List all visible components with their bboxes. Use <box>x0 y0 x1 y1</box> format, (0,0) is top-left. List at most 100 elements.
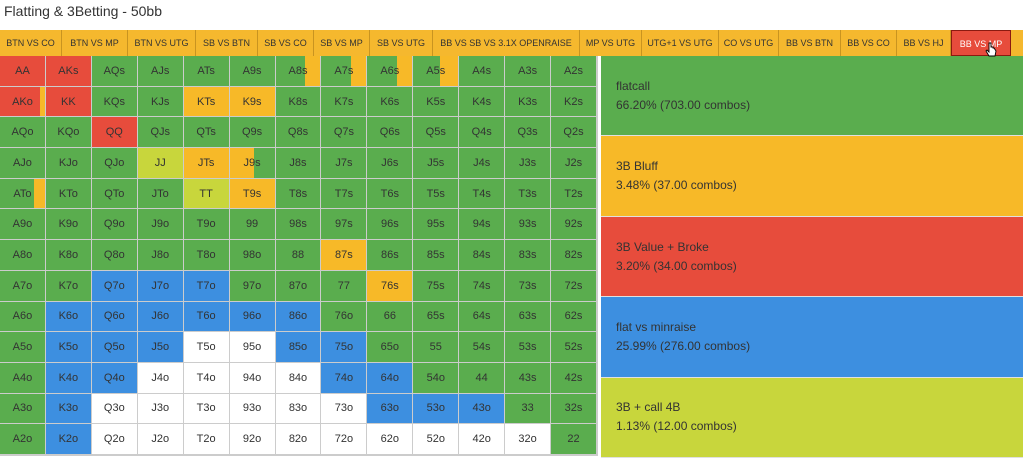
hand-cell[interactable]: AQo <box>0 117 46 149</box>
hand-cell[interactable]: Q9o <box>91 209 138 241</box>
hand-cell[interactable]: 85o <box>275 332 322 363</box>
hand-cell[interactable]: 84o <box>275 362 322 394</box>
hand-cell[interactable]: A5o <box>0 332 46 363</box>
hand-cell[interactable]: QTo <box>91 178 138 210</box>
hand-cell[interactable]: ATo <box>0 178 46 210</box>
hand-cell[interactable]: 97s <box>321 209 368 241</box>
hand-cell[interactable]: KQo <box>45 117 92 149</box>
hand-cell[interactable]: K2s <box>551 86 597 118</box>
hand-cell[interactable]: T8o <box>183 240 230 271</box>
hand-cell[interactable]: Q6o <box>91 301 138 333</box>
hand-cell[interactable]: A8s <box>275 56 322 87</box>
hand-cell[interactable]: Q4s <box>459 117 506 149</box>
hand-cell[interactable]: Q4o <box>91 362 138 394</box>
hand-cell[interactable]: 65o <box>367 332 414 363</box>
hand-cell[interactable]: JTo <box>137 178 184 210</box>
hand-cell[interactable]: T6s <box>367 178 414 210</box>
hand-cell[interactable]: Q9s <box>229 117 276 149</box>
hand-cell[interactable]: Q8s <box>275 117 322 149</box>
hand-cell[interactable]: 82o <box>275 424 322 455</box>
hand-cell[interactable]: 86s <box>367 240 414 271</box>
hand-cell[interactable]: A4o <box>0 362 46 394</box>
hand-cell[interactable]: 63o <box>367 393 414 425</box>
hand-cell[interactable]: 33 <box>505 393 552 425</box>
hand-cell[interactable]: 62o <box>367 424 414 455</box>
hand-cell[interactable]: A6o <box>0 301 46 333</box>
hand-cell[interactable]: KTs <box>183 86 230 118</box>
hand-cell[interactable]: QJo <box>91 148 138 179</box>
tab-btn-vs-utg[interactable]: BTN VS UTG <box>128 30 196 56</box>
hand-cell[interactable]: K5s <box>413 86 460 118</box>
hand-cell[interactable]: KJs <box>137 86 184 118</box>
hand-cell[interactable]: J4s <box>459 148 506 179</box>
hand-cell[interactable]: K7s <box>321 86 368 118</box>
hand-cell[interactable]: 85s <box>413 240 460 271</box>
hand-cell[interactable]: 54o <box>413 362 460 394</box>
hand-cell[interactable]: 55 <box>413 332 460 363</box>
tab-bb-vs-sb-vs-3-1x-openraise[interactable]: BB VS SB VS 3.1X OPENRAISE <box>433 30 580 56</box>
hand-cell[interactable]: K9s <box>229 86 276 118</box>
hand-cell[interactable]: T4s <box>459 178 506 210</box>
hand-cell[interactable]: J7o <box>137 270 184 302</box>
tab-sb-vs-co[interactable]: SB VS CO <box>258 30 314 56</box>
hand-cell[interactable]: 86o <box>275 301 322 333</box>
hand-cell[interactable]: Q7o <box>91 270 138 302</box>
hand-cell[interactable]: 73o <box>321 393 368 425</box>
hand-cell[interactable]: T5o <box>183 332 230 363</box>
hand-cell[interactable]: AKo <box>0 86 46 118</box>
hand-cell[interactable]: K6s <box>367 86 414 118</box>
hand-cell[interactable]: J8s <box>275 148 322 179</box>
hand-cell[interactable]: T9s <box>229 178 276 210</box>
hand-cell[interactable]: JJ <box>137 148 184 179</box>
hand-cell[interactable]: 99 <box>229 209 276 241</box>
hand-cell[interactable]: AQs <box>91 56 138 87</box>
hand-cell[interactable]: J9o <box>137 209 184 241</box>
hand-cell[interactable]: A6s <box>367 56 414 87</box>
hand-cell[interactable]: 75o <box>321 332 368 363</box>
hand-cell[interactable]: 92s <box>551 209 597 241</box>
hand-cell[interactable]: J6o <box>137 301 184 333</box>
hand-cell[interactable]: 87o <box>275 270 322 302</box>
hand-cell[interactable]: 76s <box>367 270 414 302</box>
tab-btn-vs-co[interactable]: BTN VS CO <box>0 30 62 56</box>
hand-cell[interactable]: T2o <box>183 424 230 455</box>
hand-cell[interactable]: J2o <box>137 424 184 455</box>
hand-cell[interactable]: J8o <box>137 240 184 271</box>
hand-cell[interactable]: 72s <box>551 270 597 302</box>
hand-cell[interactable]: JTs <box>183 148 230 179</box>
hand-cell[interactable]: 83s <box>505 240 552 271</box>
hand-cell[interactable]: J9s <box>229 148 276 179</box>
hand-cell[interactable]: 76o <box>321 301 368 333</box>
hand-cell[interactable]: T7s <box>321 178 368 210</box>
tab-btn-vs-mp[interactable]: BTN VS MP <box>62 30 128 56</box>
hand-cell[interactable]: T5s <box>413 178 460 210</box>
hand-cell[interactable]: A9s <box>229 56 276 87</box>
hand-cell[interactable]: Q5o <box>91 332 138 363</box>
hand-cell[interactable]: 65s <box>413 301 460 333</box>
hand-cell[interactable]: 95s <box>413 209 460 241</box>
hand-cell[interactable]: T2s <box>551 178 597 210</box>
hand-cell[interactable]: A4s <box>459 56 506 87</box>
hand-cell[interactable]: Q7s <box>321 117 368 149</box>
hand-cell[interactable]: A2o <box>0 424 46 455</box>
hand-cell[interactable]: J5o <box>137 332 184 363</box>
hand-cell[interactable]: 98s <box>275 209 322 241</box>
hand-cell[interactable]: TT <box>183 178 230 210</box>
hand-cell[interactable]: Q3o <box>91 393 138 425</box>
hand-cell[interactable]: 75s <box>413 270 460 302</box>
hand-cell[interactable]: Q3s <box>505 117 552 149</box>
hand-cell[interactable]: 64s <box>459 301 506 333</box>
hand-cell[interactable]: AJs <box>137 56 184 87</box>
hand-cell[interactable]: 74o <box>321 362 368 394</box>
tab-bb-vs-mp[interactable]: BB VS MP <box>951 30 1011 56</box>
hand-cell[interactable]: KQs <box>91 86 138 118</box>
hand-cell[interactable]: K4s <box>459 86 506 118</box>
hand-cell[interactable]: T6o <box>183 301 230 333</box>
hand-cell[interactable]: T4o <box>183 362 230 394</box>
tab-bb-vs-hj[interactable]: BB VS HJ <box>897 30 951 56</box>
hand-cell[interactable]: Q2o <box>91 424 138 455</box>
hand-cell[interactable]: 52o <box>413 424 460 455</box>
hand-cell[interactable]: A2s <box>551 56 597 87</box>
hand-cell[interactable]: A9o <box>0 209 46 241</box>
hand-cell[interactable]: 42o <box>459 424 506 455</box>
